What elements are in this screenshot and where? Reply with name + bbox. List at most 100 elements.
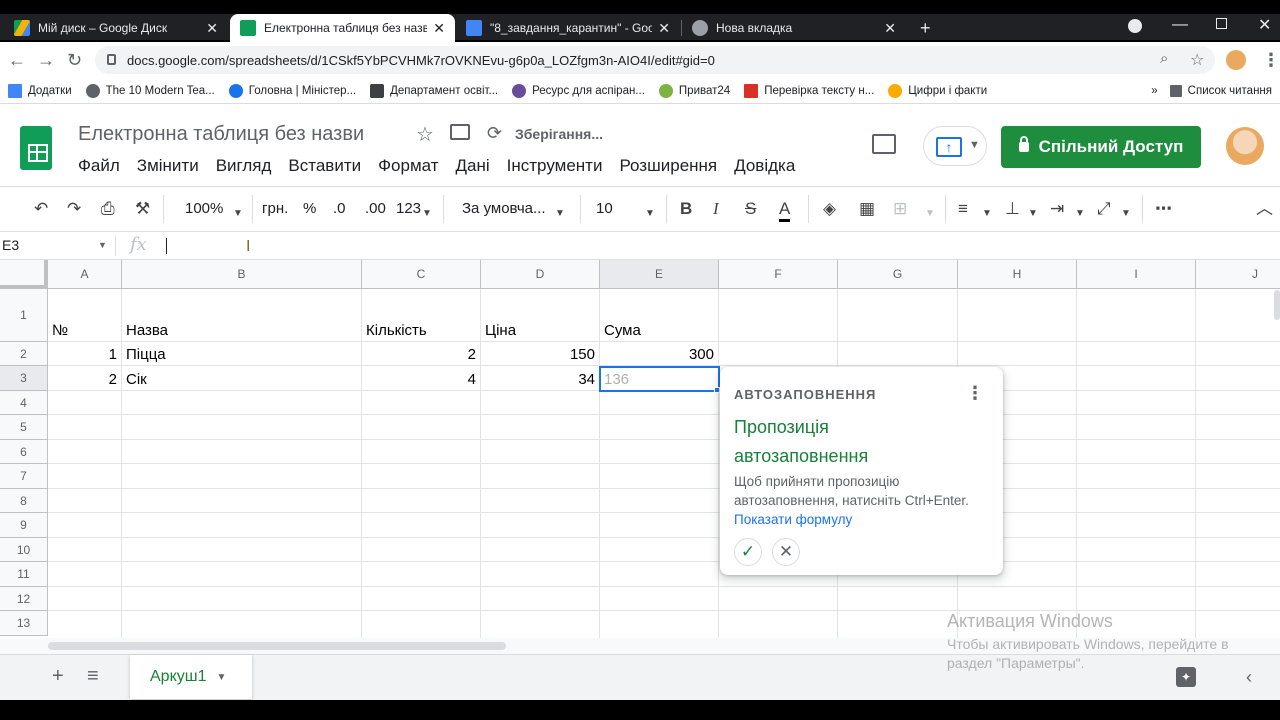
- menu-edit[interactable]: Змінити: [137, 156, 199, 176]
- present-button[interactable]: ↑ ▼: [923, 126, 987, 166]
- bookmark-item[interactable]: The 10 Modern Tea...: [85, 83, 215, 98]
- cell-c1[interactable]: Кількість: [362, 289, 480, 342]
- close-icon[interactable]: ✕: [658, 20, 670, 37]
- chevron-down-icon[interactable]: ▼: [216, 672, 226, 683]
- row-header-4[interactable]: 4: [0, 391, 48, 415]
- chevron-down-icon[interactable]: ▼: [982, 204, 992, 224]
- browser-tab-new[interactable]: Нова вкладка ✕: [682, 14, 906, 42]
- column-header-c[interactable]: C: [362, 260, 481, 289]
- horizontal-align-icon[interactable]: ≡: [958, 199, 968, 219]
- text-wrap-icon[interactable]: ⇥: [1050, 199, 1064, 219]
- row-header-5[interactable]: 5: [0, 415, 48, 440]
- row-header-9[interactable]: 9: [0, 513, 48, 538]
- horizontal-scrollbar[interactable]: [48, 642, 506, 650]
- profile-avatar[interactable]: [1226, 50, 1246, 70]
- row-header-1[interactable]: 1: [0, 289, 48, 342]
- dismiss-close-icon[interactable]: ✕: [772, 538, 800, 566]
- column-header-e[interactable]: E: [600, 260, 719, 289]
- share-button[interactable]: Спільний Доступ: [1001, 126, 1201, 168]
- chevron-down-icon[interactable]: ▼: [645, 204, 655, 224]
- column-header-b[interactable]: B: [122, 260, 362, 289]
- cell-a2[interactable]: 1: [48, 342, 121, 366]
- sheet-tab[interactable]: Аркуш1 ▼: [130, 655, 252, 699]
- reading-list[interactable]: Список читання: [1169, 84, 1272, 97]
- cell-b2[interactable]: Піцца: [122, 342, 361, 366]
- back-icon[interactable]: ←: [8, 50, 26, 71]
- star-icon[interactable]: ☆: [416, 122, 434, 147]
- vertical-align-icon[interactable]: ⊥: [1005, 199, 1020, 219]
- cell-e2[interactable]: 300: [600, 342, 718, 366]
- column-header-j[interactable]: J: [1196, 260, 1280, 289]
- row-header-7[interactable]: 7: [0, 464, 48, 489]
- zoom-select[interactable]: 100%: [185, 200, 223, 217]
- zoom-icon[interactable]: ⌕: [1160, 50, 1168, 67]
- menu-data[interactable]: Дані: [456, 156, 490, 176]
- name-box[interactable]: E3: [2, 237, 19, 253]
- collapse-toolbar-icon[interactable]: ︿: [1256, 199, 1273, 219]
- bookmark-item[interactable]: Головна | Міністер...: [228, 83, 356, 98]
- browser-menu-icon[interactable]: ⋮: [1262, 50, 1280, 71]
- bookmark-item[interactable]: Цифри і факти: [888, 83, 987, 98]
- column-header-a[interactable]: A: [48, 260, 122, 289]
- chevron-down-icon[interactable]: ▼: [233, 204, 243, 224]
- percent-format-button[interactable]: %: [303, 200, 316, 217]
- more-icon[interactable]: ⋯: [1155, 199, 1172, 219]
- cell-d1[interactable]: Ціна: [481, 289, 599, 342]
- browser-tab-doc[interactable]: "8_завдання_карантин" - Google ✕: [456, 14, 680, 42]
- chevron-down-icon[interactable]: ▼: [1121, 204, 1131, 224]
- add-sheet-icon[interactable]: +: [52, 665, 64, 688]
- cell-a3[interactable]: 2: [48, 366, 121, 391]
- bookmark-item[interactable]: Департамент освіт...: [370, 83, 498, 98]
- bookmark-item[interactable]: Перевірка тексту н...: [744, 83, 874, 98]
- row-header-12[interactable]: 12: [0, 587, 48, 611]
- row-header-11[interactable]: 11: [0, 562, 48, 587]
- menu-tools[interactable]: Інструменти: [507, 156, 603, 176]
- print-icon[interactable]: ⎙: [101, 199, 115, 219]
- url-field[interactable]: docs.google.com/spreadsheets/d/1CSkf5YbP…: [95, 46, 1215, 74]
- more-formats-button[interactable]: 123: [396, 200, 421, 217]
- column-header-g[interactable]: G: [838, 260, 958, 289]
- menu-extensions[interactable]: Розширення: [619, 156, 717, 176]
- bookmark-item[interactable]: Ресурс для аспіран...: [512, 83, 645, 98]
- all-sheets-menu-icon[interactable]: ≡: [87, 665, 99, 688]
- currency-format-button[interactable]: грн.: [262, 200, 288, 217]
- menu-insert[interactable]: Вставити: [288, 156, 361, 176]
- window-close-icon[interactable]: ✕: [1258, 15, 1271, 35]
- chevron-down-icon[interactable]: ▼: [98, 240, 107, 250]
- cell-b3[interactable]: Сік: [122, 366, 361, 391]
- close-icon[interactable]: ✕: [884, 20, 896, 37]
- spreadsheet-grid[interactable]: A B C D E F G H I J 1 2 3 4 5 6 7 8 9 10…: [0, 260, 1280, 638]
- font-select[interactable]: За умовча...: [462, 200, 546, 217]
- column-header-h[interactable]: H: [958, 260, 1077, 289]
- reload-icon[interactable]: ↻: [67, 50, 82, 71]
- menu-format[interactable]: Формат: [378, 156, 438, 176]
- strikethrough-icon[interactable]: S: [745, 199, 756, 219]
- undo-icon[interactable]: ↶: [34, 199, 48, 219]
- sheets-logo[interactable]: [20, 126, 52, 170]
- document-title[interactable]: Електронна таблиця без назви: [78, 123, 364, 146]
- merge-cells-icon[interactable]: ⊞: [893, 199, 907, 219]
- show-formula-link[interactable]: Показати формулу: [734, 512, 852, 527]
- bookmark-star-icon[interactable]: ☆: [1190, 50, 1204, 70]
- cell-d2[interactable]: 150: [481, 342, 599, 366]
- chevron-down-icon[interactable]: ▼: [925, 204, 935, 224]
- borders-icon[interactable]: ▦: [859, 199, 875, 219]
- browser-tab-sheet[interactable]: Електронна таблиця без назви ✕: [230, 14, 455, 42]
- new-tab-icon[interactable]: +: [920, 18, 931, 39]
- row-header-13[interactable]: 13: [0, 611, 48, 636]
- chevron-down-icon[interactable]: ▼: [422, 204, 432, 224]
- menu-file[interactable]: Файл: [78, 156, 120, 176]
- bookmark-item[interactable]: Приват24: [658, 83, 730, 98]
- minimize-icon[interactable]: —: [1172, 16, 1188, 34]
- cell-a1[interactable]: №: [48, 289, 121, 342]
- more-vert-icon[interactable]: ⋮: [966, 383, 984, 404]
- cell-e1[interactable]: Сума: [600, 289, 718, 342]
- browser-tab-drive[interactable]: Мій диск – Google Диск ✕: [4, 14, 228, 42]
- text-color-icon[interactable]: A: [779, 199, 791, 222]
- cell-c3[interactable]: 4: [362, 366, 480, 391]
- close-icon[interactable]: ✕: [433, 20, 445, 37]
- italic-icon[interactable]: I: [713, 199, 719, 219]
- comment-history-icon[interactable]: [872, 134, 896, 154]
- chevron-down-icon[interactable]: ▼: [1075, 204, 1085, 224]
- cell-c2[interactable]: 2: [362, 342, 480, 366]
